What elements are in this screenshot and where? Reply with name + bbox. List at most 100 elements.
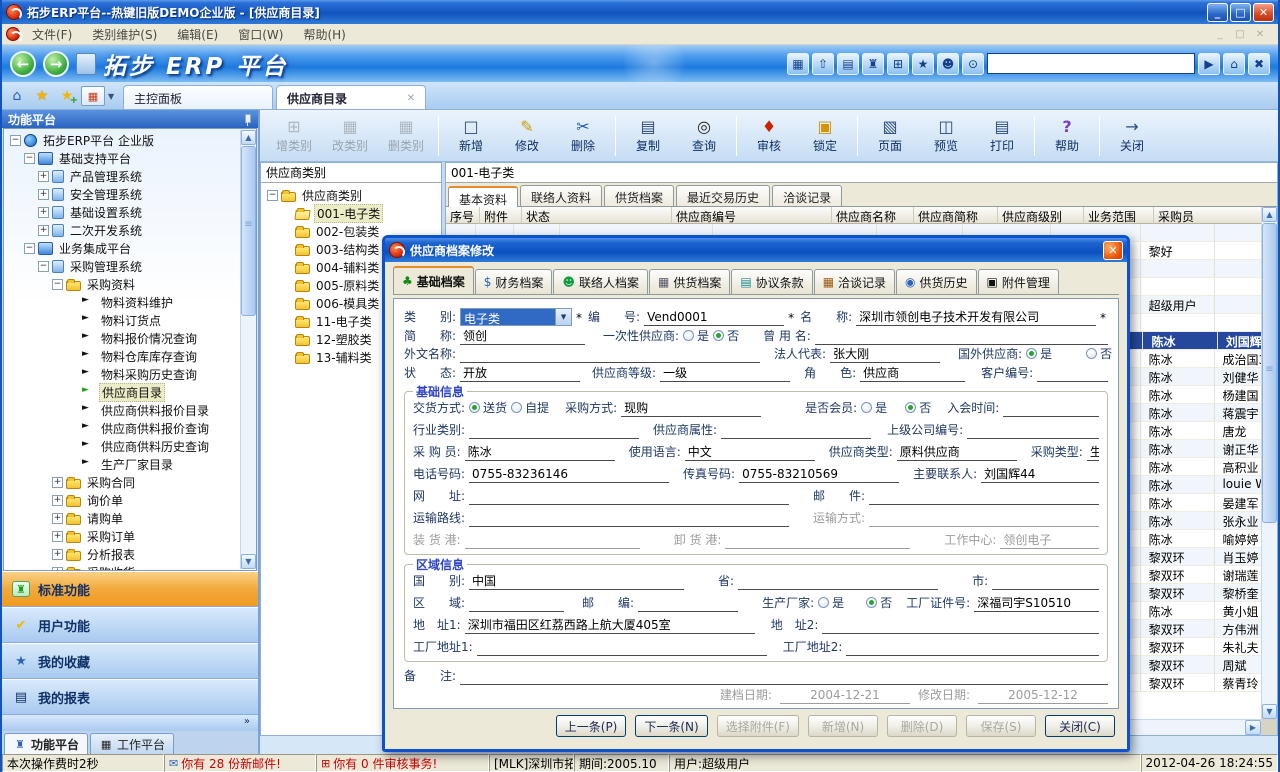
mdi-minimize-icon[interactable]: _ [1212, 29, 1228, 40]
document-tab[interactable]: 供应商目录 ✕ [276, 85, 426, 109]
contacts-icon[interactable]: ☻ [937, 53, 959, 75]
tab-finance-archive[interactable]: $ 财务档案 [475, 269, 553, 294]
modules-icon[interactable]: ▦ [787, 53, 809, 75]
close-window-button[interactable]: ✕ [1253, 3, 1274, 22]
favorites-icon[interactable]: ★ [31, 85, 53, 107]
work-center-field[interactable]: 领创电子 [1000, 531, 1099, 549]
delete-category-button[interactable]: ▦ 删类别 [378, 113, 434, 159]
tree-expander-icon[interactable] [38, 207, 49, 218]
tree-item[interactable]: 二次开发系统 [4, 221, 240, 239]
content-tab[interactable]: 基本资料 [448, 186, 518, 207]
one-time-yes-radio[interactable]: 是 [683, 327, 709, 345]
supplier-type-field[interactable]: 原料供应商 [897, 443, 1017, 461]
address2-field[interactable] [822, 618, 1099, 634]
tree-expander-icon[interactable] [38, 171, 49, 182]
clock-icon[interactable]: ⊙ [962, 53, 984, 75]
tree-expander-icon[interactable] [24, 153, 35, 164]
code-field[interactable]: Vend0001 [644, 310, 784, 326]
tree-expander-icon[interactable] [38, 189, 49, 200]
forward-icon[interactable]: → [43, 51, 69, 77]
tree-item[interactable]: 产品管理系统 [4, 167, 240, 185]
tree-item[interactable]: 采购订单 [4, 527, 240, 545]
column-header[interactable]: 采购员 [1154, 207, 1261, 224]
prev-record-button[interactable]: 上一条(P) [556, 715, 627, 737]
mdi-close-icon[interactable]: ✕ [1252, 29, 1268, 40]
parent-no-field[interactable] [967, 423, 1099, 439]
load-port-field[interactable] [465, 533, 640, 549]
content-tab[interactable]: 洽谈记录 [772, 185, 842, 206]
close-tab-icon[interactable]: ✕ [407, 93, 415, 104]
member-yes-radio[interactable]: 是 [861, 399, 887, 417]
maximize-button[interactable]: □ [1230, 3, 1251, 22]
tree-item[interactable]: 拓步ERP平台 企业版 [4, 131, 240, 149]
email-field[interactable] [869, 489, 1099, 505]
orgchart-icon[interactable]: ♜ [862, 53, 884, 75]
tree-expander-icon[interactable] [52, 279, 63, 290]
one-time-no-radio[interactable]: 否 [713, 327, 739, 345]
menu-item[interactable]: 帮助(H) [293, 24, 355, 45]
panel-my-favorites[interactable]: ★ 我的收藏 [2, 643, 258, 679]
window-list-dropdown-icon[interactable]: ▼ [108, 92, 120, 101]
foreign-supplier-no-radio[interactable]: 否 [1086, 345, 1112, 363]
language-field[interactable]: 中文 [685, 443, 815, 461]
tree-expander-icon[interactable] [10, 135, 21, 146]
province-field[interactable] [738, 574, 938, 590]
fax-field[interactable]: 0755-83210569 [739, 467, 899, 483]
dialog-delete-button[interactable]: 删除(D) [887, 715, 957, 737]
main-contact-field[interactable]: 刘国辉44 [981, 465, 1099, 483]
address1-field[interactable]: 深圳市福田区红荔西路上航大厦405室 [465, 616, 755, 634]
bottom-tab-function-platform[interactable]: ♜ 功能平台 [4, 733, 88, 754]
preview-button[interactable]: ◫ 预览 [918, 113, 974, 159]
join-time-field[interactable] [1003, 401, 1099, 417]
role-field[interactable]: 供应商 [860, 364, 965, 382]
foreign-supplier-yes-radio[interactable]: 是 [1026, 345, 1052, 363]
factory-cert-field[interactable]: 深福司宇S10510 [974, 594, 1099, 612]
exit-icon[interactable]: ✖ [1248, 53, 1270, 75]
tree-item[interactable]: 分析报表 [4, 545, 240, 563]
page-button[interactable]: ▧ 页面 [862, 113, 918, 159]
document-tab[interactable]: 主控面板 ✕ [123, 85, 273, 109]
name-field[interactable]: 深圳市领创电子技术开发有限公司 [856, 308, 1096, 326]
dialog-close-button[interactable]: 关闭(C) [1045, 715, 1115, 737]
edit-category-button[interactable]: ▦ 改类别 [322, 113, 378, 159]
foreign-name-field[interactable] [460, 347, 760, 363]
scrollbar-thumb[interactable] [1262, 223, 1277, 523]
panel-my-reports[interactable]: ▤ 我的报表 [2, 679, 258, 715]
tree-item[interactable]: 安全管理系统 [4, 185, 240, 203]
customer-no-field[interactable] [1037, 366, 1108, 382]
menu-item[interactable]: 编辑(E) [167, 24, 228, 45]
phone-field[interactable]: 0755-83236146 [469, 467, 669, 483]
legal-rep-field[interactable]: 张大刚 [830, 345, 940, 363]
table-vertical-scrollbar[interactable]: ▲ ▼ [1261, 207, 1277, 719]
menu-item[interactable]: 类别维护(S) [82, 24, 167, 45]
tree-item[interactable]: 供应商目录 [4, 383, 240, 401]
former-name-field[interactable] [815, 329, 1108, 345]
audit-button[interactable]: ♦ 审核 [741, 113, 797, 159]
new-button[interactable]: □ 新增 [443, 113, 499, 159]
addressbook-icon[interactable]: ▤ [837, 53, 859, 75]
pin-icon[interactable] [242, 113, 252, 126]
status-field[interactable]: 开放 [460, 364, 580, 382]
back-icon[interactable]: ← [10, 51, 36, 77]
factory-address2-field[interactable] [846, 640, 1099, 656]
save-button[interactable]: 保存(S) [966, 715, 1036, 737]
tree-item[interactable]: 物料资料维护 [4, 293, 240, 311]
tab-contact-archive[interactable]: ☻ 联络人档案 [553, 269, 648, 294]
column-header[interactable]: 供应商名称 [832, 207, 914, 224]
content-tab[interactable]: 联络人资料 [520, 185, 602, 206]
print-button[interactable]: ▤ 打印 [974, 113, 1030, 159]
transport-field[interactable] [869, 511, 1099, 527]
tab-attachment-mgmt[interactable]: ▣ 附件管理 [978, 269, 1059, 294]
scroll-right-icon[interactable]: ▶ [1245, 720, 1261, 735]
menu-item[interactable]: 文件(F) [22, 24, 82, 45]
content-tab[interactable]: 供货档案 [604, 185, 674, 206]
tree-item[interactable]: 基础设置系统 [4, 203, 240, 221]
column-header[interactable]: 供应商简称 [914, 207, 998, 224]
tree-item[interactable]: 采购合同 [4, 473, 240, 491]
add-favorite-icon[interactable]: ★ [56, 85, 78, 107]
quick-search-input[interactable] [987, 53, 1195, 74]
tree-item[interactable]: 供应商供料历史查询 [4, 437, 240, 455]
home-icon[interactable]: ⌂ [6, 85, 28, 107]
tab-agreement-terms[interactable]: ▤ 协议条款 [731, 269, 812, 294]
query-button[interactable]: ◎ 查询 [676, 113, 732, 159]
